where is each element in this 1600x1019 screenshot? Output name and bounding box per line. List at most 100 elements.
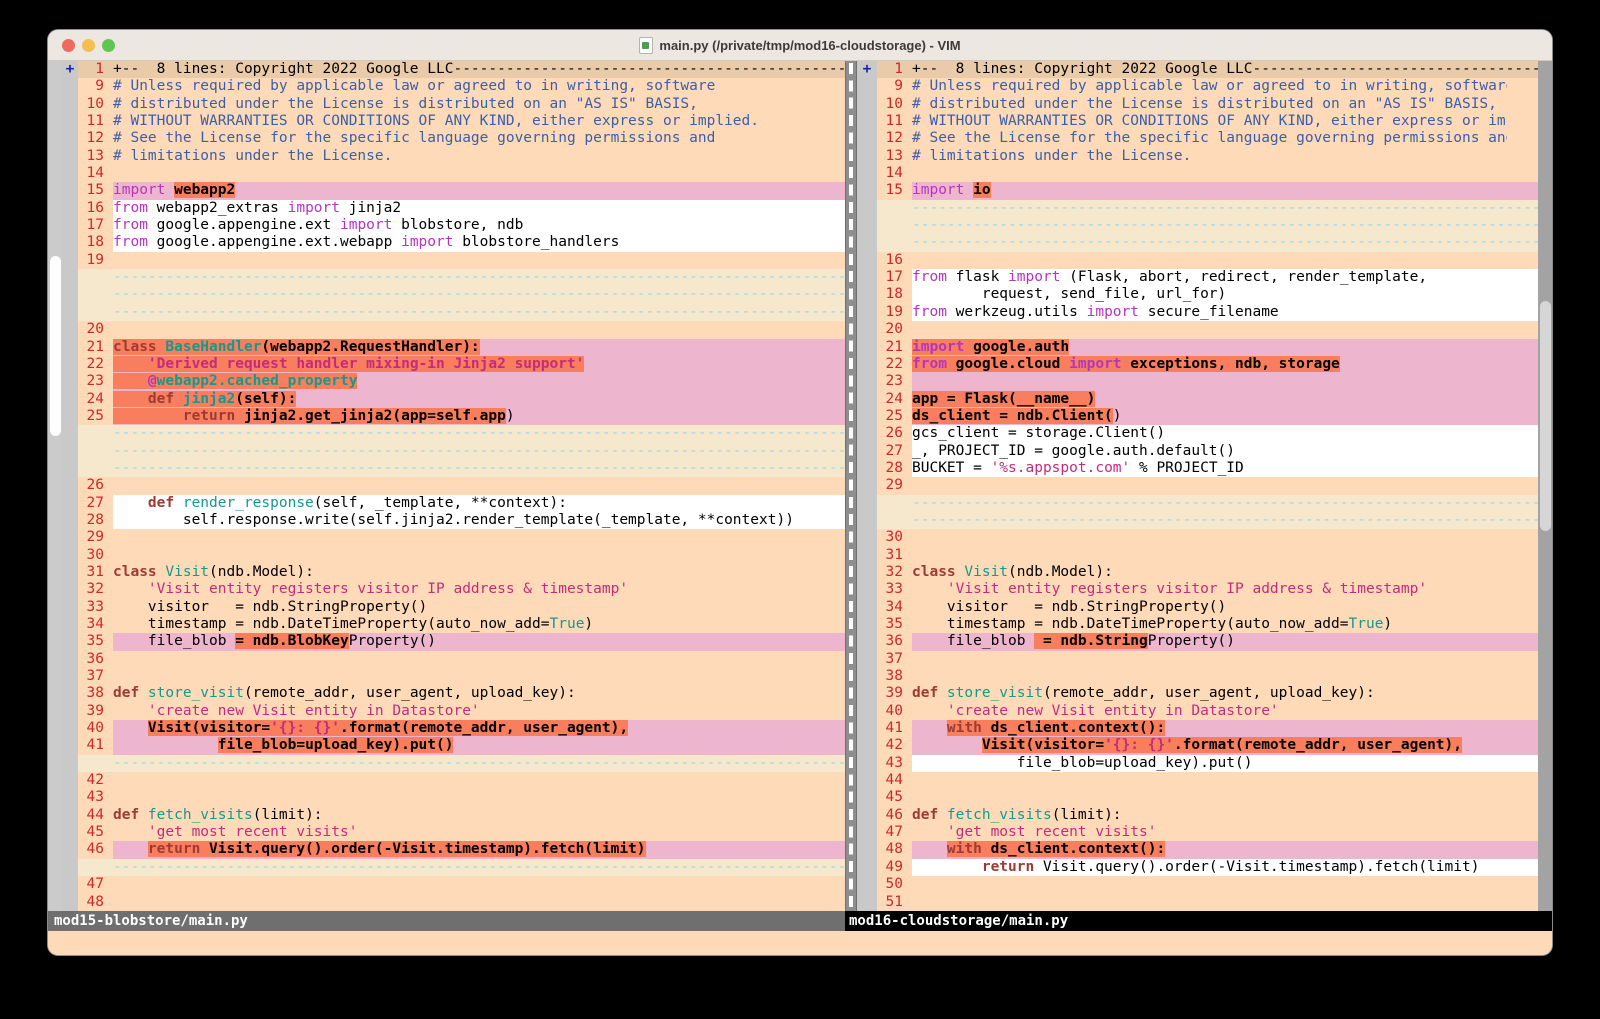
diff-filler-line[interactable]: ----------------------------------------… bbox=[877, 512, 1538, 529]
code-line[interactable]: 45 'get most recent visits' bbox=[78, 824, 845, 841]
code-line[interactable]: 14 bbox=[78, 165, 845, 182]
diff-filler-line[interactable]: ----------------------------------------… bbox=[877, 217, 1538, 234]
code-line[interactable]: 19from werkzeug.utils import secure_file… bbox=[877, 304, 1538, 321]
code-line[interactable]: 27_, PROJECT_ID = google.auth.default() bbox=[877, 443, 1538, 460]
code-line[interactable]: 28 self.response.write(self.jinja2.rende… bbox=[78, 512, 845, 529]
diff-filler-line[interactable]: ----------------------------------------… bbox=[78, 304, 845, 321]
code-line[interactable]: 32class Visit(ndb.Model): bbox=[877, 564, 1538, 581]
code-line[interactable]: 12# See the License for the specific lan… bbox=[78, 130, 845, 147]
code-line[interactable]: 38 bbox=[877, 668, 1538, 685]
left-pane-code-area[interactable]: 1+-- 8 lines: Copyright 2022 Google LLC-… bbox=[78, 61, 845, 911]
code-line[interactable]: 15import io bbox=[877, 182, 1538, 199]
diff-filler-line[interactable]: ----------------------------------------… bbox=[78, 269, 845, 286]
left-pane-scrollbar[interactable] bbox=[48, 61, 62, 911]
code-line[interactable]: 19 bbox=[78, 252, 845, 269]
code-line[interactable]: 16 bbox=[877, 252, 1538, 269]
code-line[interactable]: 36 bbox=[78, 651, 845, 668]
command-line[interactable] bbox=[48, 931, 1552, 955]
code-line[interactable]: 34 visitor = ndb.StringProperty() bbox=[877, 599, 1538, 616]
folded-line[interactable]: 1+-- 8 lines: Copyright 2022 Google LLC-… bbox=[877, 61, 1538, 78]
code-line[interactable]: 35 file_blob = ndb.BlobKeyProperty() bbox=[78, 633, 845, 650]
zoom-button[interactable] bbox=[102, 39, 115, 52]
code-line[interactable]: 49 return Visit.query().order(-Visit.tim… bbox=[877, 859, 1538, 876]
code-line[interactable]: 9# Unless required by applicable law or … bbox=[78, 78, 845, 95]
code-line[interactable]: 47 bbox=[78, 876, 845, 893]
code-line[interactable]: 22 'Derived request handler mixing-in Ji… bbox=[78, 356, 845, 373]
code-line[interactable]: 17from google.appengine.ext import blobs… bbox=[78, 217, 845, 234]
folded-line[interactable]: 1+-- 8 lines: Copyright 2022 Google LLC-… bbox=[78, 61, 845, 78]
right-pane-scrollbar[interactable] bbox=[1538, 61, 1552, 911]
vertical-split-separator[interactable] bbox=[845, 61, 857, 911]
diff-filler-line[interactable]: ----------------------------------------… bbox=[78, 425, 845, 442]
diff-filler-line[interactable]: ----------------------------------------… bbox=[78, 443, 845, 460]
code-line[interactable]: 25ds_client = ndb.Client() bbox=[877, 408, 1538, 425]
code-line[interactable]: 40 'create new Visit entity in Datastore… bbox=[877, 703, 1538, 720]
code-line[interactable]: 41 file_blob=upload_key).put() bbox=[78, 737, 845, 754]
minimize-button[interactable] bbox=[82, 39, 95, 52]
code-line[interactable]: 22from google.cloud import exceptions, n… bbox=[877, 356, 1538, 373]
code-line[interactable]: 48 with ds_client.context(): bbox=[877, 841, 1538, 858]
code-line[interactable]: 33 visitor = ndb.StringProperty() bbox=[78, 599, 845, 616]
code-line[interactable]: 31class Visit(ndb.Model): bbox=[78, 564, 845, 581]
diff-filler-line[interactable]: ----------------------------------------… bbox=[877, 200, 1538, 217]
code-line[interactable]: 9# Unless required by applicable law or … bbox=[877, 78, 1538, 95]
code-line[interactable]: 43 file_blob=upload_key).put() bbox=[877, 755, 1538, 772]
code-line[interactable]: 13# limitations under the License. bbox=[78, 148, 845, 165]
fold-indicator-icon[interactable]: + bbox=[66, 61, 75, 77]
code-line[interactable]: 33 'Visit entity registers visitor IP ad… bbox=[877, 581, 1538, 598]
code-line[interactable]: 16from webapp2_extras import jinja2 bbox=[78, 200, 845, 217]
code-line[interactable]: 37 bbox=[78, 668, 845, 685]
close-button[interactable] bbox=[62, 39, 75, 52]
code-line[interactable]: 11# WITHOUT WARRANTIES OR CONDITIONS OF … bbox=[877, 113, 1538, 130]
code-line[interactable]: 29 bbox=[877, 477, 1538, 494]
code-line[interactable]: 10# distributed under the License is dis… bbox=[78, 96, 845, 113]
scrollbar-thumb[interactable] bbox=[50, 256, 61, 436]
code-line[interactable]: 40 Visit(visitor='{}: {}'.format(remote_… bbox=[78, 720, 845, 737]
code-line[interactable]: 39def store_visit(remote_addr, user_agen… bbox=[877, 685, 1538, 702]
code-line[interactable]: 39 'create new Visit entity in Datastore… bbox=[78, 703, 845, 720]
code-line[interactable]: 17from flask import (Flask, abort, redir… bbox=[877, 269, 1538, 286]
code-line[interactable]: 35 timestamp = ndb.DateTimeProperty(auto… bbox=[877, 616, 1538, 633]
code-line[interactable]: 45 bbox=[877, 789, 1538, 806]
code-line[interactable]: 38def store_visit(remote_addr, user_agen… bbox=[78, 685, 845, 702]
diff-filler-line[interactable]: ----------------------------------------… bbox=[877, 234, 1538, 251]
statusline-active[interactable]: mod16-cloudstorage/main.py bbox=[845, 911, 1552, 931]
code-line[interactable]: 12# See the License for the specific lan… bbox=[877, 130, 1538, 147]
code-line[interactable]: 30 bbox=[877, 529, 1538, 546]
code-line[interactable]: 46 return Visit.query().order(-Visit.tim… bbox=[78, 841, 845, 858]
code-line[interactable]: 24app = Flask(__name__) bbox=[877, 391, 1538, 408]
code-line[interactable]: 48 bbox=[78, 894, 845, 911]
code-line[interactable]: 11# WITHOUT WARRANTIES OR CONDITIONS OF … bbox=[78, 113, 845, 130]
fold-indicator-icon[interactable]: + bbox=[863, 61, 872, 77]
code-line[interactable]: 44def fetch_visits(limit): bbox=[78, 807, 845, 824]
code-line[interactable]: 27 def render_response(self, _template, … bbox=[78, 495, 845, 512]
code-line[interactable]: 30 bbox=[78, 547, 845, 564]
code-line[interactable]: 10# distributed under the License is dis… bbox=[877, 96, 1538, 113]
code-line[interactable]: 42 bbox=[78, 772, 845, 789]
code-line[interactable]: 13# limitations under the License. bbox=[877, 148, 1538, 165]
right-pane-code-area[interactable]: 1+-- 8 lines: Copyright 2022 Google LLC-… bbox=[877, 61, 1538, 911]
code-line[interactable]: 20 bbox=[877, 321, 1538, 338]
diff-filler-line[interactable]: ----------------------------------------… bbox=[877, 495, 1538, 512]
code-line[interactable]: 28BUCKET = '%s.appspot.com' % PROJECT_ID bbox=[877, 460, 1538, 477]
code-line[interactable]: 34 timestamp = ndb.DateTimeProperty(auto… bbox=[78, 616, 845, 633]
code-line[interactable]: 37 bbox=[877, 651, 1538, 668]
code-line[interactable]: 23 bbox=[877, 373, 1538, 390]
document-proxy-icon[interactable] bbox=[639, 37, 653, 54]
code-line[interactable]: 21class BaseHandler(webapp2.RequestHandl… bbox=[78, 339, 845, 356]
code-line[interactable]: 43 bbox=[78, 789, 845, 806]
code-line[interactable]: 24 def jinja2(self): bbox=[78, 391, 845, 408]
code-line[interactable]: 50 bbox=[877, 876, 1538, 893]
code-line[interactable]: 51 bbox=[877, 894, 1538, 911]
code-line[interactable]: 20 bbox=[78, 321, 845, 338]
diff-filler-line[interactable]: ----------------------------------------… bbox=[78, 460, 845, 477]
code-line[interactable]: 18 request, send_file, url_for) bbox=[877, 286, 1538, 303]
code-line[interactable]: 25 return jinja2.get_jinja2(app=self.app… bbox=[78, 408, 845, 425]
code-line[interactable]: 41 with ds_client.context(): bbox=[877, 720, 1538, 737]
code-line[interactable]: 32 'Visit entity registers visitor IP ad… bbox=[78, 581, 845, 598]
code-line[interactable]: 26 bbox=[78, 477, 845, 494]
diff-filler-line[interactable]: ----------------------------------------… bbox=[78, 286, 845, 303]
code-line[interactable]: 14 bbox=[877, 165, 1538, 182]
scrollbar-thumb[interactable] bbox=[1540, 301, 1551, 531]
code-line[interactable]: 23 @webapp2.cached_property bbox=[78, 373, 845, 390]
